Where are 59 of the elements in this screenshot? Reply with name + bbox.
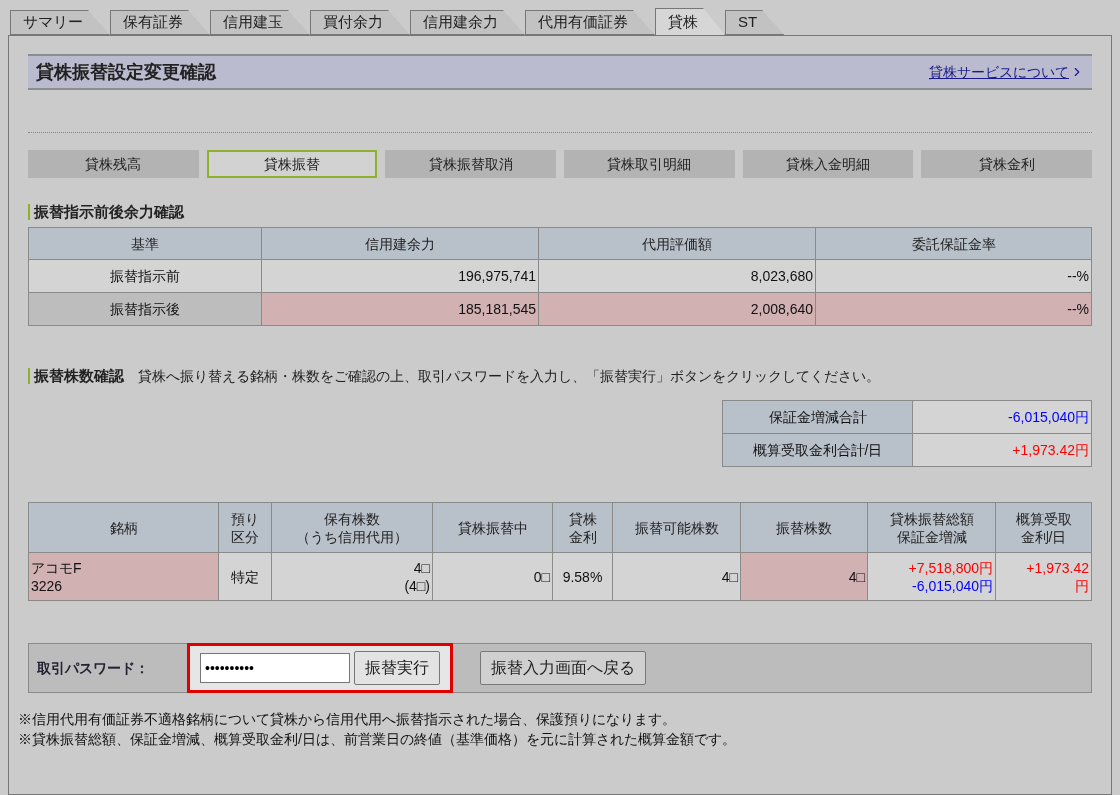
table-cell: +1,973.42 円: [995, 552, 1092, 601]
column-header: 振替可能株数: [612, 502, 741, 553]
column-header: 振替株数: [740, 502, 868, 553]
section-heading: 振替株数確認: [34, 367, 124, 384]
table-cell: 2,008,640: [538, 292, 816, 326]
tab[interactable]: 保有証券: [110, 10, 210, 35]
section-heading: 振替指示前後余力確認: [34, 203, 184, 220]
column-header: 預り 区分: [218, 502, 272, 553]
column-header: 基準: [28, 227, 262, 260]
column-header: 委託保証金率: [815, 227, 1092, 260]
sub-nav-button[interactable]: 貸株取引明細: [564, 150, 735, 178]
total-value: +1,973.42円: [912, 433, 1092, 467]
table-cell: 特定: [218, 552, 272, 601]
column-header: 信用建余力: [261, 227, 539, 260]
page-title: 貸株振替設定変更確認: [36, 60, 216, 84]
table-cell: 4□: [740, 552, 868, 601]
tab[interactable]: 信用建玉: [210, 10, 310, 35]
total-label: 概算受取金利合計/日: [722, 433, 913, 467]
column-header: 貸株 金利: [552, 502, 613, 553]
table-cell: 0□: [432, 552, 553, 601]
service-link[interactable]: 貸株サービスについて: [929, 61, 1084, 83]
table-cell: 185,181,545: [261, 292, 539, 326]
note-text: ※信用代用有価証券不適格銘柄について貸株から信用代用へ振替指示された場合、保護預りになります。: [18, 710, 677, 729]
table-cell: --%: [815, 292, 1092, 326]
table-cell: 4□: [612, 552, 741, 601]
note-text: ※貸株振替総額、保証金増減、概算受取金利/日は、前営業日の終値（基準価格）を元に計算された概算金額です。: [18, 730, 737, 749]
column-header: 代用評価額: [538, 227, 816, 260]
column-header: 貸株振替総額 保証金増減: [867, 502, 996, 553]
total-value: -6,015,040円: [912, 400, 1092, 434]
instruction-text: 貸株へ振り替える銘柄・株数をご確認の上、取引パスワードを入力し、「振替実行」ボタンをクリックしてください。: [138, 368, 880, 384]
column-header: 保有株数 （うち信用代用）: [271, 502, 433, 553]
sub-nav-button[interactable]: 貸株振替取消: [385, 150, 556, 178]
sub-nav-button[interactable]: 貸株入金明細: [742, 150, 914, 178]
tab[interactable]: 代用有価証券: [525, 10, 655, 35]
table-cell: +7,518,800円 -6,015,040円: [867, 552, 996, 601]
column-header: 概算受取 金利/日: [995, 502, 1092, 553]
total-label: 保証金増減合計: [722, 400, 913, 434]
row-label: 振替指示前: [28, 259, 262, 293]
row-label: 振替指示後: [28, 292, 262, 326]
tab[interactable]: ST: [725, 10, 785, 35]
table-cell: 9.58%: [552, 552, 613, 601]
tab[interactable]: 貸株: [655, 8, 725, 35]
table-cell: 4□ (4□): [271, 552, 433, 601]
table-cell: 196,975,741: [261, 259, 539, 293]
password-field[interactable]: ••••••••••: [200, 653, 350, 683]
tab[interactable]: 信用建余力: [410, 10, 525, 35]
tab[interactable]: サマリー: [10, 10, 110, 35]
column-header: 銘柄: [28, 502, 219, 553]
sub-nav-button[interactable]: 貸株振替: [206, 150, 378, 178]
sub-nav-button[interactable]: 貸株残高: [28, 150, 199, 178]
sub-nav-button[interactable]: 貸株金利: [921, 150, 1093, 178]
password-label: 取引パスワード：: [37, 658, 150, 678]
stock-name-cell: アコモF 3226: [28, 552, 219, 601]
execute-button[interactable]: 振替実行: [354, 651, 440, 685]
column-header: 貸株振替中: [432, 502, 553, 553]
table-cell: --%: [815, 259, 1092, 293]
back-button[interactable]: 振替入力画面へ戻る: [480, 651, 646, 685]
tab[interactable]: 買付余力: [310, 10, 410, 35]
table-cell: 8,023,680: [538, 259, 816, 293]
